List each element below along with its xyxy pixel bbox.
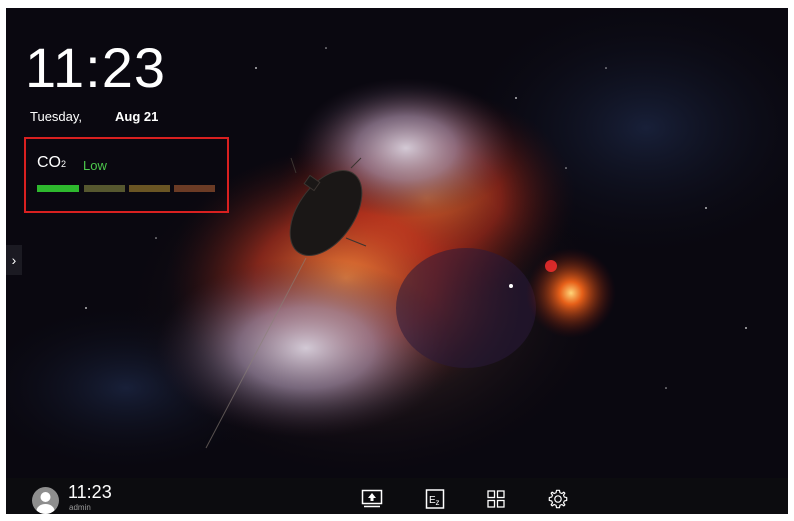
weekday-label: Tuesday,: [30, 109, 83, 124]
co2-widget[interactable]: CO2 Low: [24, 137, 229, 213]
co2-segment-moderate: [84, 185, 125, 192]
ez-write-button[interactable]: E z: [424, 488, 446, 510]
apps-button[interactable]: [485, 488, 507, 510]
settings-button[interactable]: [547, 488, 569, 510]
co2-label: CO2: [37, 154, 66, 172]
co2-label-main: CO: [37, 154, 61, 171]
chevron-right-icon: ›: [11, 252, 17, 268]
co2-segment-very-high: [174, 185, 215, 192]
ez-write-icon: E z: [425, 489, 445, 509]
date-label: Aug 21: [115, 109, 159, 124]
settings-gear-icon: [548, 489, 568, 509]
date-row: Tuesday, Aug 21: [30, 109, 158, 124]
svg-text:z: z: [436, 498, 440, 507]
screen-share-button[interactable]: [361, 488, 383, 510]
co2-segment-low: [37, 185, 79, 192]
taskbar: 11:23 admin E z: [6, 478, 788, 514]
side-panel-toggle[interactable]: ›: [6, 245, 22, 275]
user-silhouette-icon: [36, 492, 55, 514]
co2-label-subscript: 2: [61, 159, 67, 169]
display-screen: 11:23 Tuesday, Aug 21 CO2 Low › 11:23 adm…: [6, 8, 788, 514]
home-clock: 11:23: [25, 36, 166, 99]
screen-share-icon: [361, 489, 383, 508]
apps-grid-icon: [487, 490, 505, 508]
co2-level-text: Low: [83, 158, 107, 173]
co2-segment-high: [129, 185, 170, 192]
taskbar-clock: 11:23: [68, 482, 112, 502]
user-avatar[interactable]: [32, 487, 59, 514]
co2-level-bar: [37, 185, 217, 193]
user-name: admin: [69, 503, 91, 512]
